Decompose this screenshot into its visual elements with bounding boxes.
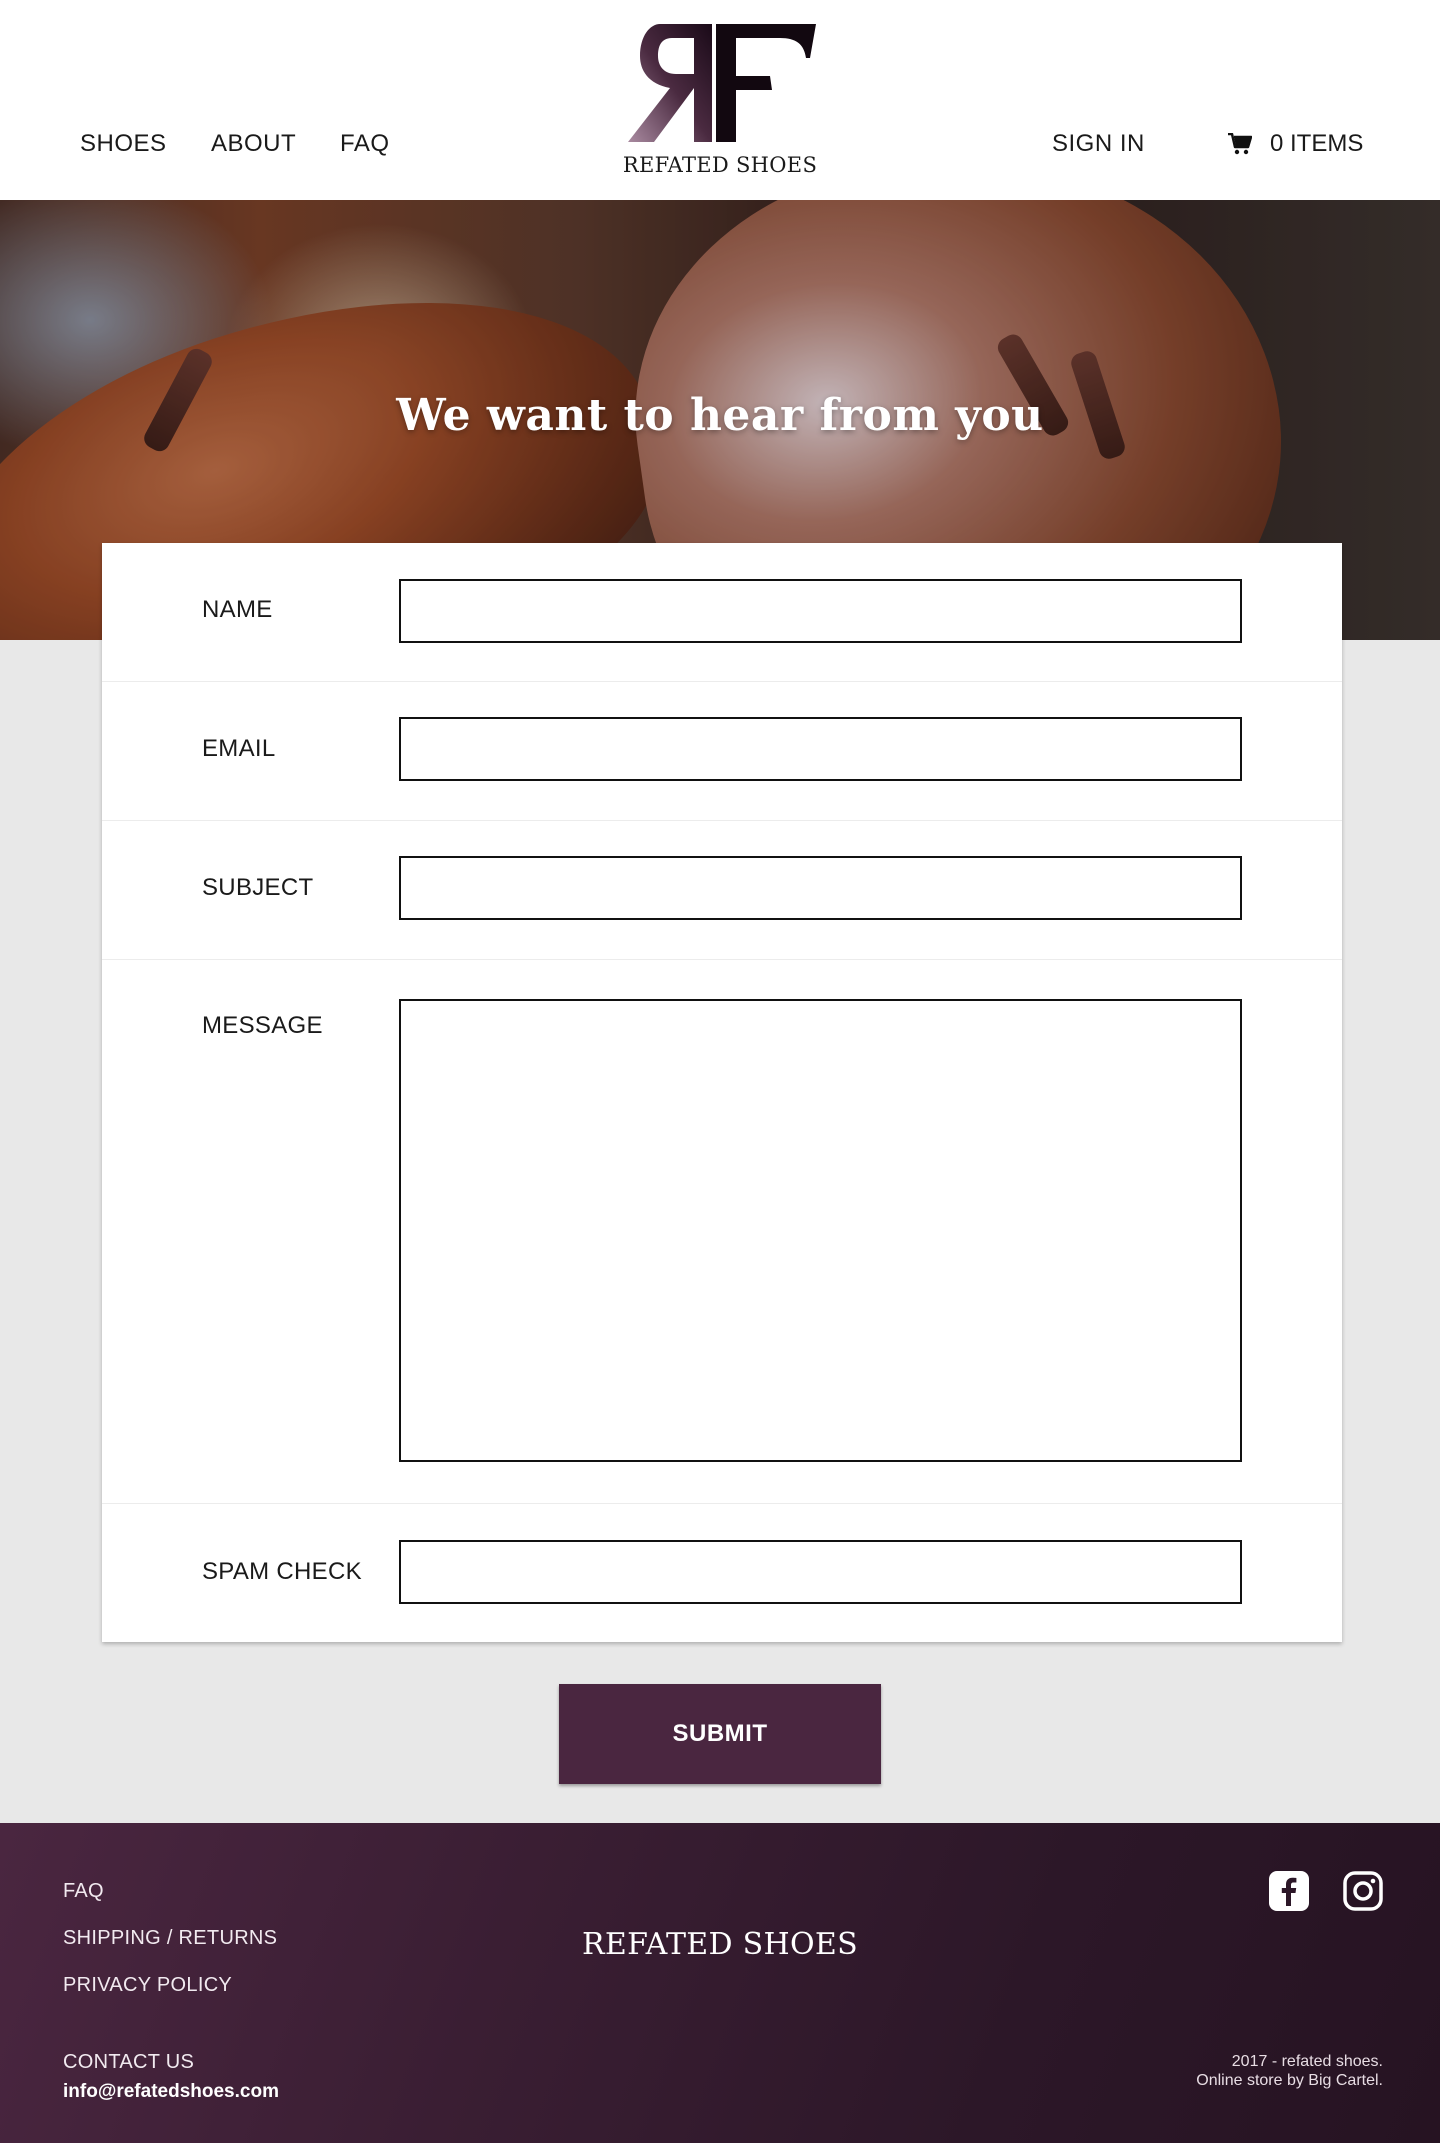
footer-link-privacy-policy[interactable]: PRIVACY POLICY [63,1973,232,1997]
spam-check-input[interactable] [399,1540,1242,1604]
spam-check-label: SPAM CHECK [202,1558,362,1585]
powered-by-link[interactable]: Online store by Big Cartel. [983,2071,1383,2090]
cart-button[interactable]: 0 ITEMS [1228,128,1363,160]
footer-brand[interactable]: REFATED SHOES [0,1927,1440,1962]
subject-label: SUBJECT [202,874,314,901]
footer-email-link[interactable]: info@refatedshoes.com [63,2080,279,2104]
facebook-icon[interactable] [1268,1870,1310,1912]
message-label: MESSAGE [202,1012,323,1039]
form-row-message: MESSAGE [102,960,1342,1504]
footer-link-contact-us[interactable]: CONTACT US [63,2050,194,2074]
site-header: SHOES ABOUT FAQ REFATED SHOES SIGN IN 0 … [0,0,1440,200]
form-row-name: NAME [102,543,1342,682]
subject-input[interactable] [399,856,1242,920]
email-label: EMAIL [202,735,276,762]
site-footer: FAQ SHIPPING / RETURNS PRIVACY POLICY CO… [0,1823,1440,2143]
nav-about[interactable]: ABOUT [211,128,296,160]
footer-link-faq[interactable]: FAQ [63,1879,104,1903]
form-row-spam-check: SPAM CHECK [102,1504,1342,1642]
contact-form: NAME EMAIL SUBJECT MESSAGE SPAM CHECK [102,543,1342,1642]
sign-in-link[interactable]: SIGN IN [1052,128,1145,160]
message-textarea[interactable] [399,999,1242,1462]
page-title: We want to hear from you [396,390,1044,441]
submit-button[interactable]: SUBMIT [559,1684,881,1784]
name-input[interactable] [399,579,1242,643]
nav-faq[interactable]: FAQ [340,128,390,160]
logo-text: REFATED SHOES [622,153,818,177]
name-label: NAME [202,596,273,623]
cart-icon [1228,132,1253,155]
form-row-email: EMAIL [102,682,1342,821]
site-logo[interactable]: REFATED SHOES [620,18,820,188]
copyright-text: 2017 - refated shoes. [1231,2053,1383,2070]
instagram-icon[interactable] [1342,1870,1384,1912]
form-row-subject: SUBJECT [102,821,1342,960]
logo-monogram-icon [628,24,816,142]
nav-shoes[interactable]: SHOES [80,128,167,160]
email-input[interactable] [399,717,1242,781]
cart-count: 0 ITEMS [1270,130,1364,157]
